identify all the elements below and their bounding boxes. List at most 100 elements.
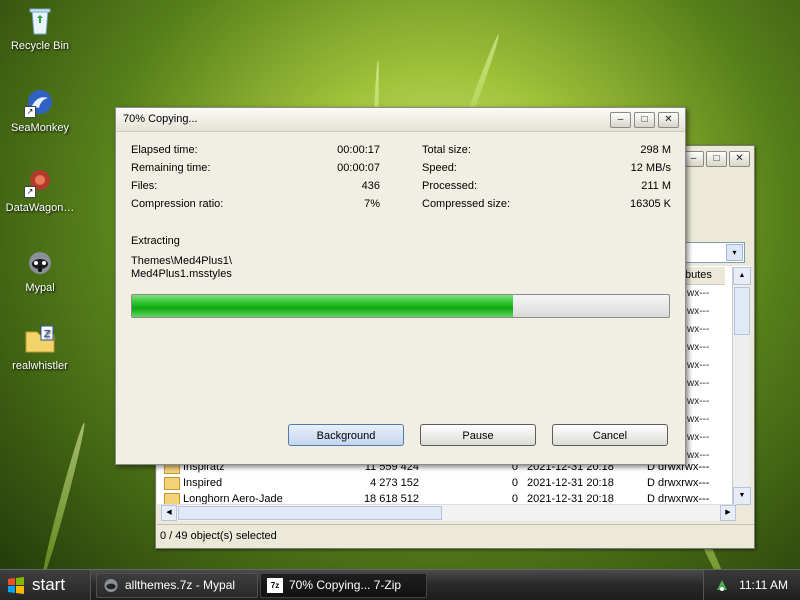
speed-value: 12 MB/s [630, 162, 671, 174]
horizontal-scrollbar[interactable]: ◀ ▶ [161, 504, 736, 521]
cell-name: Longhorn Aero-Jade [183, 493, 283, 504]
list-item-attributes: wx--- [687, 342, 710, 353]
taskbar-item-label: allthemes.7z - Mypal [125, 578, 236, 592]
cell-attributes: D drwxrwx--- [647, 493, 710, 504]
processed-label: Processed: [422, 180, 478, 192]
desktop-icon-label: DataWagon… [5, 202, 75, 214]
files-label: Files: [131, 180, 158, 192]
cell-size: 18 618 512 [363, 493, 419, 504]
close-button[interactable]: ✕ [729, 151, 750, 167]
datawagon-icon: ↗ [24, 166, 56, 198]
minimize-button[interactable]: – [683, 151, 704, 167]
desktop-icon-label: Mypal [25, 282, 55, 294]
speed-label: Speed: [422, 162, 457, 174]
operation-label: Extracting [131, 235, 180, 247]
minimize-button[interactable]: – [610, 112, 631, 128]
scroll-thumb[interactable] [734, 287, 750, 335]
scroll-thumb[interactable] [178, 506, 442, 520]
status-bar: 0 / 49 object(s) selected [157, 524, 754, 547]
list-item-attributes: wx--- [687, 306, 710, 317]
clock[interactable]: 11:11 AM [739, 578, 788, 592]
window-controls: – □ ✕ [610, 112, 679, 128]
list-item-attributes: wx--- [687, 324, 710, 335]
progress-dialog: 70% Copying... – □ ✕ Elapsed time: 00:00… [115, 107, 686, 465]
taskbar-item-label: 70% Copying... 7-Zip [289, 578, 402, 592]
desktop-icon-realwhistler[interactable]: Z realwhistler [0, 324, 80, 372]
cell-packed: 0 [511, 493, 518, 504]
table-row[interactable]: Longhorn Aero-Jade 18 618 512 0 2021-12-… [164, 491, 724, 504]
wallpaper-blade [39, 421, 88, 579]
list-item-attributes: wx--- [687, 396, 710, 407]
scroll-down-button[interactable]: ▼ [733, 487, 751, 505]
folder-icon [164, 477, 180, 490]
cell-name: Inspired [183, 477, 223, 489]
compressed-size-label: Compressed size: [422, 198, 511, 210]
column-header-attributes[interactable]: butes [682, 267, 725, 285]
compression-ratio-value: 7% [364, 198, 380, 210]
folder-icon [164, 493, 180, 504]
background-button[interactable]: Background [288, 424, 404, 446]
cell-size: 4 273 152 [370, 477, 419, 489]
recycle-bin-icon [24, 4, 56, 36]
desktop-icon-label: realwhistler [12, 360, 68, 372]
svg-text:Z: Z [44, 329, 51, 340]
start-label: start [32, 575, 66, 594]
mypal-icon [24, 246, 56, 278]
mypal-icon [104, 578, 118, 593]
scroll-right-button[interactable]: ▶ [720, 505, 736, 521]
chevron-down-icon[interactable]: ▾ [726, 244, 743, 261]
progress-bar [131, 294, 670, 318]
compression-ratio-label: Compression ratio: [131, 198, 224, 210]
cell-packed: 0 [511, 477, 518, 489]
desktop-icon-label: Recycle Bin [10, 40, 70, 52]
remaining-time-value: 00:00:07 [337, 162, 380, 174]
windows-logo-icon [8, 577, 24, 594]
list-item-attributes: wx--- [687, 414, 710, 425]
maximize-button[interactable]: □ [634, 112, 655, 128]
desktop-icon-label: SeaMonkey [10, 122, 70, 134]
vertical-scrollbar[interactable]: ▲ ▼ [732, 267, 751, 505]
zip-folder-icon: Z [24, 324, 56, 356]
scroll-left-button[interactable]: ◀ [161, 505, 177, 521]
taskbar-item-7zip[interactable]: 7z 70% Copying... 7-Zip [260, 573, 427, 598]
cell-modified: 2021-12-31 20:18 [527, 493, 614, 504]
list-item-attributes: wx--- [687, 432, 710, 443]
cell-attributes: D drwxrwx--- [647, 477, 710, 489]
start-button[interactable]: start [0, 570, 91, 600]
elapsed-time-value: 00:00:17 [337, 144, 380, 156]
list-item-attributes: wx--- [687, 378, 710, 389]
list-item-attributes: wx--- [687, 360, 710, 371]
desktop-icon-datawagon[interactable]: ↗ DataWagon… [0, 166, 80, 214]
cell-modified: 2021-12-31 20:18 [527, 477, 614, 489]
network-icon[interactable] [714, 577, 730, 593]
7zip-icon: 7z [267, 578, 283, 593]
desktop-icon-mypal[interactable]: Mypal [0, 246, 80, 294]
taskbar: start allthemes.7z - Mypal 7z 70% Copyin… [0, 569, 800, 600]
elapsed-time-label: Elapsed time: [131, 144, 198, 156]
dialog-title: 70% Copying... [123, 113, 198, 125]
pause-button[interactable]: Pause [420, 424, 536, 446]
compressed-size-value: 16305 K [630, 198, 671, 210]
files-value: 436 [361, 180, 380, 192]
list-item-attributes: wx--- [687, 288, 710, 299]
maximize-button[interactable]: □ [706, 151, 727, 167]
scroll-up-button[interactable]: ▲ [733, 267, 751, 285]
total-size-label: Total size: [422, 144, 471, 156]
processed-value: 211 M [641, 180, 671, 192]
total-size-value: 298 M [640, 144, 671, 156]
system-tray: 11:11 AM [703, 570, 800, 600]
path-combo[interactable]: ▾ [681, 242, 745, 263]
current-path: Themes\Med4Plus1\ [131, 255, 232, 267]
taskbar-item-mypal[interactable]: allthemes.7z - Mypal [96, 573, 258, 598]
desktop-icon-recycle-bin[interactable]: Recycle Bin [0, 4, 80, 52]
remaining-time-label: Remaining time: [131, 162, 211, 174]
close-button[interactable]: ✕ [658, 112, 679, 128]
dialog-title-bar[interactable]: 70% Copying... – □ ✕ [116, 108, 685, 132]
table-row[interactable]: Inspired 4 273 152 0 2021-12-31 20:18 D … [164, 475, 724, 491]
cancel-button[interactable]: Cancel [552, 424, 668, 446]
window-controls: – □ ✕ [683, 151, 750, 167]
progress-fill [132, 295, 514, 317]
seamonkey-icon: ↗ [24, 86, 56, 118]
desktop-icon-seamonkey[interactable]: ↗ SeaMonkey [0, 86, 80, 134]
current-file: Med4Plus1.msstyles [131, 268, 232, 280]
